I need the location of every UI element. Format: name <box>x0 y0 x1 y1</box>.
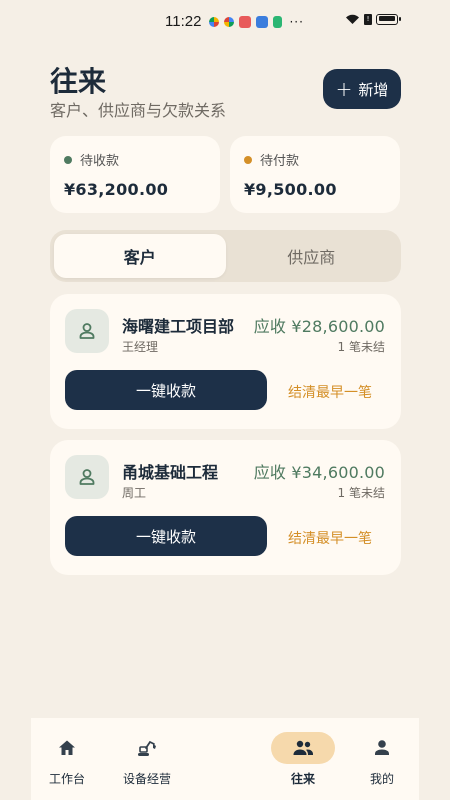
home-icon <box>59 740 75 755</box>
receivable-label: 待收款 <box>80 154 120 169</box>
receivable-amount: ¥63,200.00 <box>64 180 169 199</box>
segment-control: 客户 供应商 <box>50 230 401 282</box>
collect-button[interactable]: 一键收款 <box>65 516 267 556</box>
app-notification-icon <box>209 16 220 27</box>
customer-contact: 王经理 <box>122 340 159 354</box>
wifi-icon <box>346 14 359 24</box>
customer-name: 海曙建工项目部 <box>122 317 235 336</box>
payable-label: 待付款 <box>260 154 300 169</box>
receivable-card[interactable]: 待收款 ¥63,200.00 <box>50 136 220 213</box>
nav-item-contacts[interactable]: 往来 <box>271 718 335 787</box>
nav-icon-wrap <box>271 732 335 764</box>
collect-button[interactable]: 一键收款 <box>65 370 267 410</box>
tab-suppliers[interactable]: 供应商 <box>226 234 398 278</box>
open-count: 1 笔未结 <box>337 340 385 354</box>
status-more-icon: ··· <box>289 14 304 29</box>
excavator-icon <box>138 740 156 756</box>
status-bar-left: 11:22 ··· <box>165 13 304 30</box>
receivable-label-row: 待收款 <box>64 150 220 169</box>
customer-contact: 周工 <box>122 486 147 500</box>
settle-earliest-button[interactable]: 结清最早一笔 <box>288 528 372 548</box>
add-button-label: 新增 <box>358 80 389 99</box>
app-notification-icon <box>224 16 235 27</box>
person-icon <box>375 740 389 755</box>
group-icon <box>293 740 313 755</box>
app-notification-icon <box>256 15 269 28</box>
bottom-nav: 工作台 设备经营 往来 我的 <box>31 718 419 800</box>
nav-item-workbench[interactable]: 工作台 <box>35 718 99 787</box>
person-icon <box>79 469 95 485</box>
status-bar-right: ! <box>345 13 401 25</box>
open-count: 1 笔未结 <box>337 486 385 500</box>
receivable-due: 应收 ¥28,600.00 <box>253 317 385 336</box>
person-icon <box>79 323 95 339</box>
nav-label: 设备经营 <box>122 772 171 786</box>
battery-icon <box>376 13 401 25</box>
customer-name: 甬城基础工程 <box>122 463 219 482</box>
nav-icon-wrap <box>35 732 99 764</box>
payable-card[interactable]: 待付款 ¥9,500.00 <box>230 136 400 213</box>
status-bar: 11:22 ··· ! <box>0 0 450 44</box>
app-notification-icon <box>239 15 252 28</box>
status-time: 11:22 <box>165 13 202 30</box>
tab-customers[interactable]: 客户 <box>54 234 226 278</box>
avatar <box>65 309 109 353</box>
nav-icon-wrap <box>350 732 414 764</box>
app-notification-icon <box>273 15 283 28</box>
customer-card[interactable]: 海曙建工项目部 王经理 应收 ¥28,600.00 1 笔未结 一键收款 结清最… <box>50 294 401 429</box>
customer-card[interactable]: 甬城基础工程 周工 应收 ¥34,600.00 1 笔未结 一键收款 结清最早一… <box>50 440 401 575</box>
avatar <box>65 455 109 499</box>
receivable-due: 应收 ¥34,600.00 <box>253 463 385 482</box>
nav-icon-wrap <box>115 732 179 764</box>
receivable-dot-icon <box>64 155 72 164</box>
plus-icon: + <box>335 77 353 101</box>
nav-item-me[interactable]: 我的 <box>350 718 414 787</box>
nav-label: 我的 <box>369 772 394 786</box>
nav-label: 工作台 <box>48 772 85 786</box>
payable-label-row: 待付款 <box>244 150 400 169</box>
nav-item-equipment[interactable]: 设备经营 <box>115 718 179 787</box>
page-subtitle: 客户、供应商与欠款关系 <box>50 101 227 120</box>
page-title: 往来 <box>50 65 107 98</box>
payable-dot-icon <box>244 155 252 164</box>
settle-earliest-button[interactable]: 结清最早一笔 <box>288 382 372 402</box>
add-button[interactable]: + 新增 <box>323 69 401 109</box>
sim-icon: ! <box>364 13 372 25</box>
payable-amount: ¥9,500.00 <box>244 180 337 199</box>
nav-label: 往来 <box>290 772 315 786</box>
